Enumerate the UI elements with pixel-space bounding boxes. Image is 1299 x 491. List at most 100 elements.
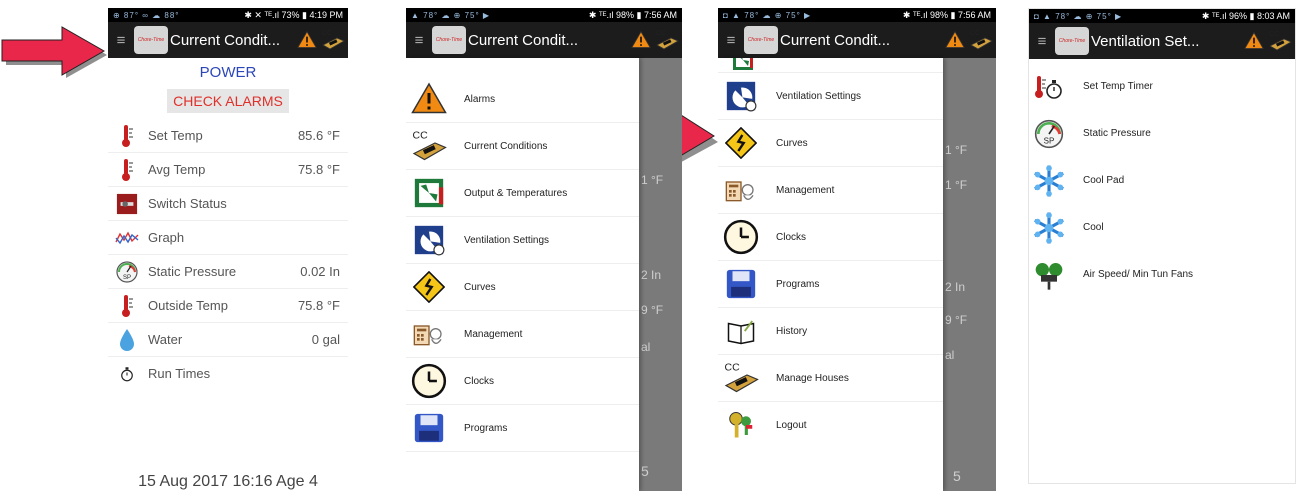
drawer-item-programs[interactable]: Programs [406,405,639,452]
screen-current-conditions: ⊕ 87° ∞ ☁ 88° ✱ ✕ ᵀᴱ.ıl 73% ▮ 4:19 PM ≡ … [108,8,348,491]
last-update-footer: 15 Aug 2017 16:16 Age 4 [138,473,318,490]
screen-nav-drawer-top: ▲ 78° ☁ ⊕ 75° ▶ ✱ ᵀᴱ.ıl 98% ▮ 7:56 AM ≡ … [406,8,682,491]
logo: Chore-Time [1055,27,1089,55]
drawer-item-ventilation-settings[interactable]: Ventilation Settings [406,217,639,264]
list-item[interactable]: Graph [108,221,348,255]
background-value: 1 °F [945,143,968,157]
drawer-item-label: Curves [776,137,808,149]
logo-text: Chore-Time [1058,38,1086,44]
background-value: 9 °F [641,303,664,317]
row-value: 75.8 °F [297,162,340,177]
drawer-item-history[interactable]: History [718,308,943,355]
status-bar: ◘ ▲ 78° ☁ ⊕ 75° ▶ ✱ ᵀᴱ.ıl 98% ▮ 7:56 AM [718,8,996,22]
drawer-item-manage-houses[interactable]: Manage Houses [718,355,943,402]
scrim-overlay[interactable]: 1 °F 2 In 9 °F al 5 [639,58,682,491]
scrim-overlay[interactable]: 1 °F 1 °F 2 In 9 °F al 5 [943,58,996,491]
row-label: Graph [148,230,185,245]
menu-icon[interactable]: ≡ [1029,33,1055,50]
background-value: 2 In [641,268,662,282]
drawer-item-label: Curves [464,281,496,293]
status-right: ✱ ᵀᴱ.ıl 98% ▮ 7:56 AM [588,9,677,20]
temp-timer-icon [1029,71,1069,103]
menu-icon[interactable]: ≡ [406,32,432,49]
list-item-label: Set Temp Timer [1083,81,1153,92]
row-label: Static Pressure [148,264,237,279]
thermometer-icon [112,124,142,148]
drawer-item-label: Programs [776,278,820,290]
list-item-label: Cool [1083,222,1104,233]
list-item[interactable]: Switch Status [108,187,348,221]
status-bar: ▲ 78° ☁ ⊕ 75° ▶ ✱ ᵀᴱ.ıl 98% ▮ 7:56 AM [406,8,682,22]
list-item-static-pressure[interactable]: Static Pressure [1029,110,1295,157]
controller-icon[interactable] [1265,29,1295,53]
status-right: ✱ ᵀᴱ.ıl 98% ▮ 7:56 AM [902,9,991,20]
floppy-disk-icon [718,267,764,301]
nav-drawer: Ventilation Settings Curves Management C… [718,58,943,491]
drawer-item-curves[interactable]: Curves [718,120,943,167]
controller-icon[interactable] [966,28,996,52]
warning-icon[interactable] [1243,31,1265,51]
background-value: 1 °F [945,178,968,192]
row-label: Set Temp [148,128,203,143]
drawer-item-management[interactable]: Management [718,167,943,214]
drawer-item-output-temperatures-partial[interactable] [718,58,943,73]
nav-drawer: Alarms Current Conditions Output & Tempe… [406,58,639,491]
row-value: 85.6 °F [297,128,340,143]
list-item[interactable]: Outside Temp 75.8 °F [108,289,348,323]
warning-icon[interactable] [630,30,652,50]
logo: Chore-Time [134,26,168,54]
page-title: Current Condit... [468,31,579,49]
drawer-item-label: Current Conditions [464,140,548,152]
row-label: Avg Temp [148,162,206,177]
drawer-item-ventilation-settings[interactable]: Ventilation Settings [718,73,943,120]
row-label: Switch Status [148,196,227,211]
drawer-item-output-temperatures[interactable]: Output & Temperatures [406,170,639,217]
list-item[interactable]: Set Temp 85.6 °F [108,119,348,153]
gauge-icon [1029,118,1069,150]
ventilation-settings-list: Set Temp Timer Static Pressure Cool Pad … [1029,59,1295,298]
history-book-icon [718,316,764,346]
drawer-item-clocks[interactable]: Clocks [718,214,943,261]
drawer-item-label: Ventilation Settings [776,90,862,102]
list-item-cool[interactable]: Cool [1029,204,1295,251]
drawer-item-alarms[interactable]: Alarms [406,76,639,123]
drawer-item-clocks[interactable]: Clocks [406,358,639,405]
drawer-item-label: Manage Houses [776,372,849,384]
graph-icon [112,230,142,246]
screen-nav-drawer-scrolled: ◘ ▲ 78° ☁ ⊕ 75° ▶ ✱ ᵀᴱ.ıl 98% ▮ 7:56 AM … [718,8,996,491]
drawer-item-programs[interactable]: Programs [718,261,943,308]
timer-icon [112,364,142,384]
list-item[interactable]: Water 0 gal [108,323,348,357]
logo-text: Chore-Time [137,37,165,43]
controller-icon[interactable] [652,28,682,52]
check-alarms-button[interactable]: CHECK ALARMS [167,89,289,113]
power-label[interactable]: POWER [108,64,348,81]
list-item-air-speed[interactable]: Air Speed/ Min Tun Fans [1029,251,1295,298]
thermometer-icon [112,158,142,182]
row-value: 0.02 In [300,264,340,279]
warning-icon[interactable] [944,30,966,50]
warning-icon[interactable] [296,30,318,50]
management-icon [406,318,452,350]
logo: Chore-Time [744,26,778,54]
list-item[interactable]: Static Pressure 0.02 In [108,255,348,289]
status-left: ⊕ 87° ∞ ☁ 88° [113,10,180,20]
controller-icon[interactable] [318,28,348,52]
status-left: ▲ 78° ☁ ⊕ 75° ▶ [411,10,491,20]
list-item-cool-pad[interactable]: Cool Pad [1029,157,1295,204]
drawer-item-management[interactable]: Management [406,311,639,358]
drawer-item-label: Programs [464,422,508,434]
drawer-item-current-conditions[interactable]: Current Conditions [406,123,639,170]
page-title: Current Condit... [780,31,891,49]
drawer-item-logout[interactable]: Logout [718,402,943,448]
menu-icon[interactable]: ≡ [718,32,744,49]
page-title: Ventilation Set... [1091,32,1200,50]
list-item[interactable]: Run Times [108,357,348,390]
list-item-set-temp-timer[interactable]: Set Temp Timer [1029,63,1295,110]
list-item[interactable]: Avg Temp 75.8 °F [108,153,348,187]
background-value: al [641,340,651,354]
drawer-item-curves[interactable]: Curves [406,264,639,311]
ventilation-icon [718,79,764,113]
menu-icon[interactable]: ≡ [108,32,134,49]
app-bar: ≡ Chore-Time Ventilation Set... [1029,23,1295,59]
